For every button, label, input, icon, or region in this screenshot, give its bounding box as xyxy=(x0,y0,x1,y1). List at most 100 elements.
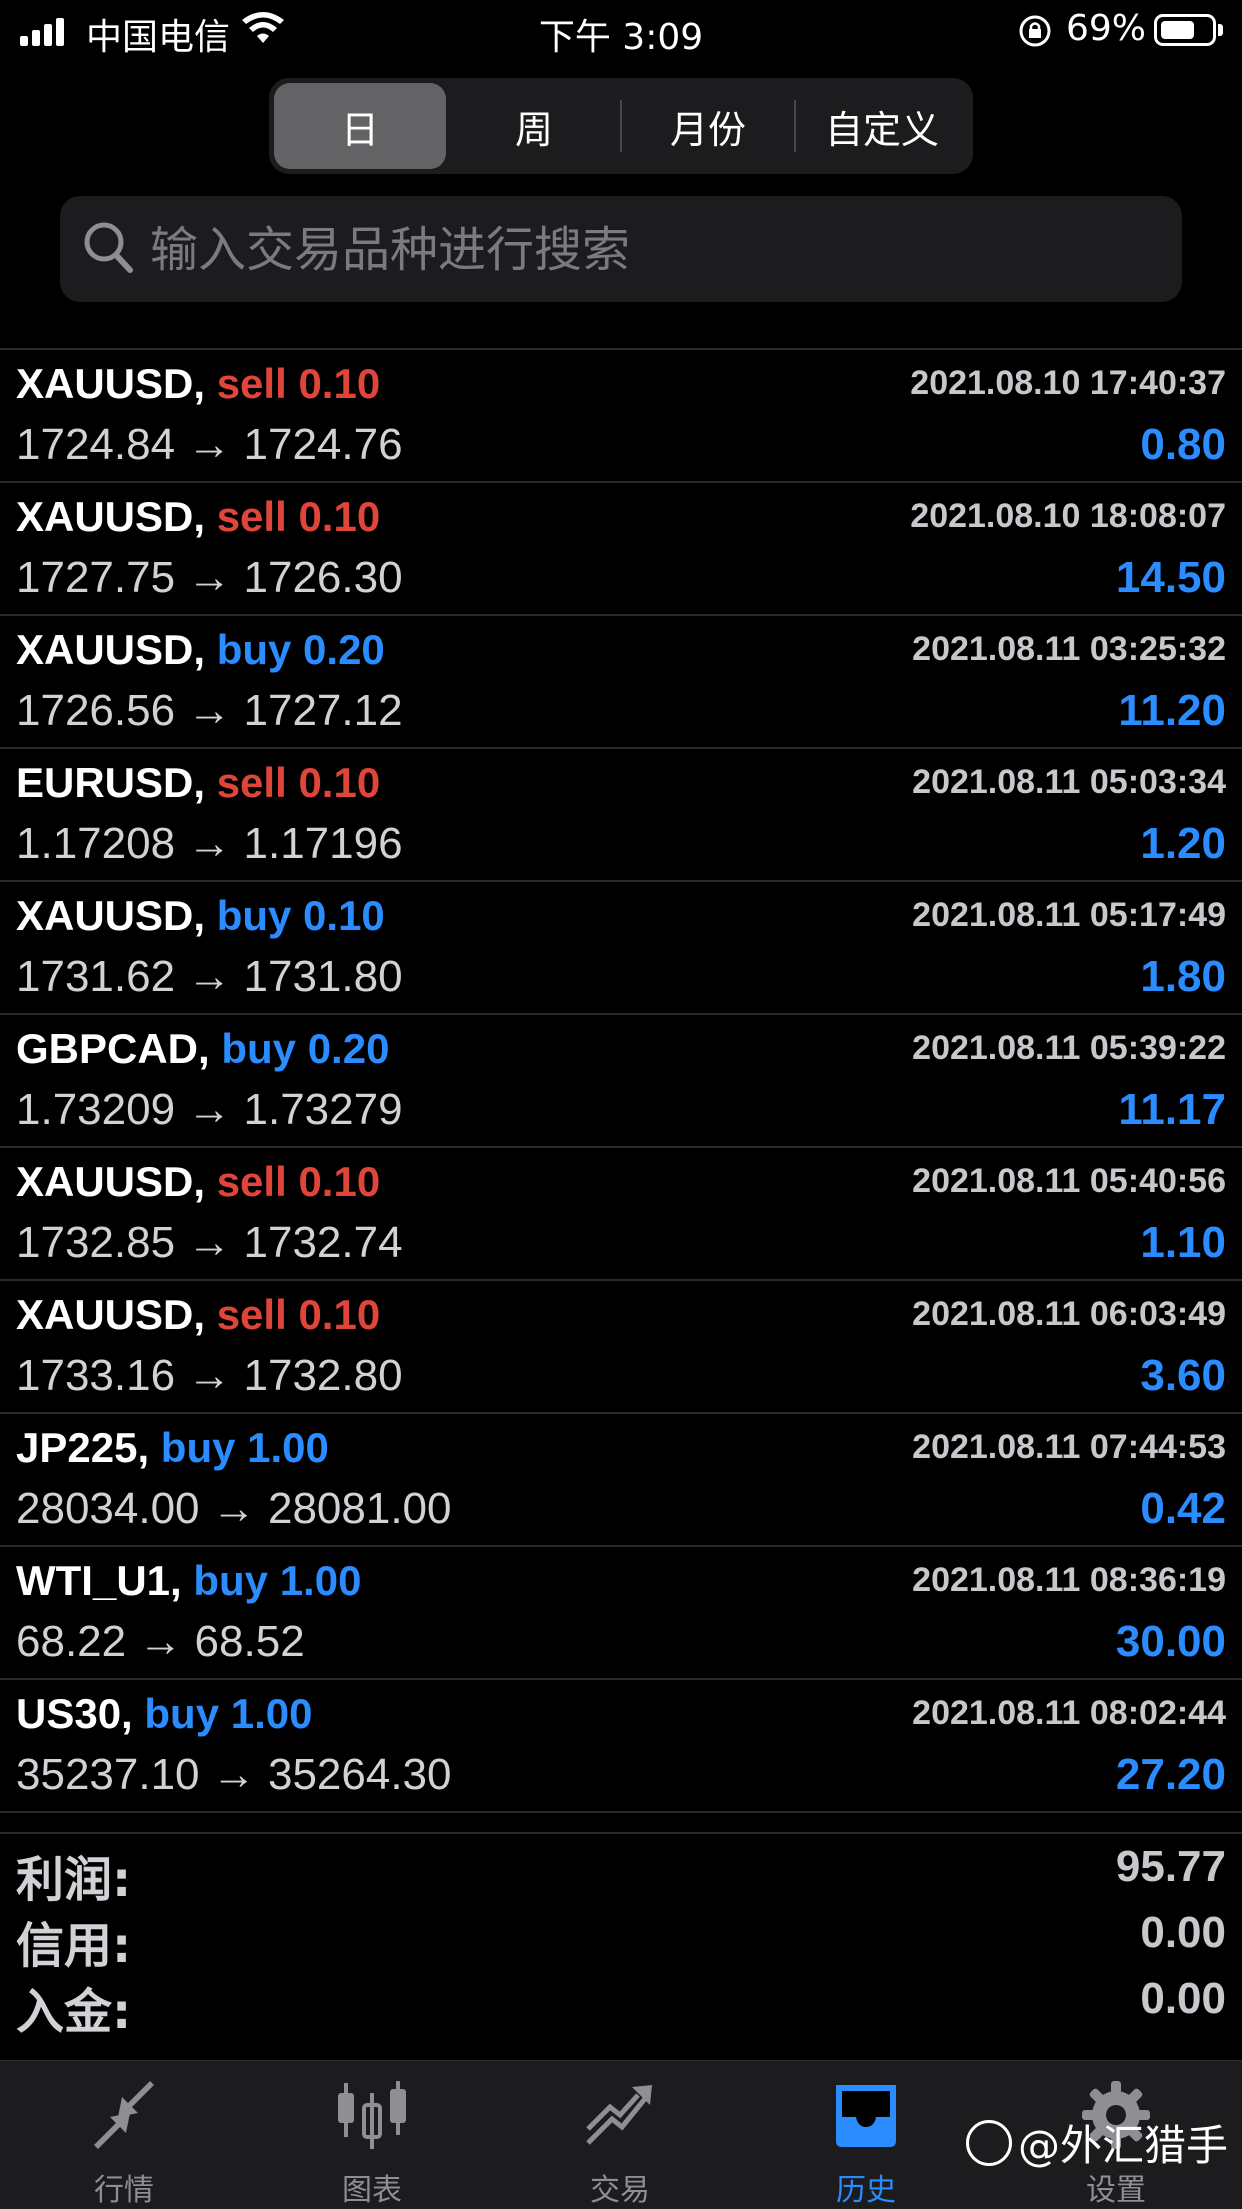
trade-time: 2021.08.10 17:40:37 xyxy=(910,364,1226,402)
trade-title: XAUUSD, sell 0.10 xyxy=(16,360,380,408)
trade-time: 2021.08.10 18:08:07 xyxy=(910,497,1226,535)
trade-history-list: XAUUSD, sell 0.10 2021.08.10 17:40:37 1724… xyxy=(0,348,1242,1813)
summary-label: 入金: xyxy=(16,1984,132,2040)
trade-profit: 11.20 xyxy=(1118,686,1226,735)
search-icon xyxy=(84,222,133,273)
search-input[interactable] xyxy=(148,214,1152,286)
trade-title: XAUUSD, buy 0.10 xyxy=(16,892,385,940)
segment-day[interactable]: 日 xyxy=(274,83,446,169)
tab-label: 交易 xyxy=(590,2173,650,2208)
status-bar: 中国电信 下午 3:09 69% xyxy=(0,0,1242,62)
trade-symbol: EURUSD, xyxy=(16,759,206,806)
trade-side: sell xyxy=(216,1291,287,1338)
trade-row[interactable]: US30, buy 1.00 2021.08.11 08:02:44 35237.1… xyxy=(0,1678,1242,1811)
watermark: @外汇猎手 xyxy=(966,2112,1228,2173)
trade-symbol: US30, xyxy=(16,1690,133,1737)
summary-value: 0.00 xyxy=(1140,1974,1226,2023)
trade-volume: 1.00 xyxy=(247,1424,329,1471)
tab-chart[interactable]: 图表 xyxy=(272,2061,472,2209)
summary-value: 95.77 xyxy=(1115,1842,1226,1891)
trade-title: WTI_U1, buy 1.00 xyxy=(16,1557,361,1605)
tab-label: 历史 xyxy=(836,2173,896,2208)
trade-side: sell xyxy=(216,759,287,806)
trade-volume: 0.10 xyxy=(298,759,381,806)
status-time: 下午 3:09 xyxy=(538,17,704,58)
tab-history[interactable]: 历史 xyxy=(766,2061,966,2209)
trade-symbol: XAUUSD, xyxy=(16,493,206,540)
trade-row[interactable]: XAUUSD, buy 0.10 2021.08.11 05:17:49 1731.… xyxy=(0,880,1242,1013)
history-summary: 利润: 95.77 信用: 0.00 入金: 0.00 xyxy=(0,1832,1242,2040)
trade-profit: 0.42 xyxy=(1140,1484,1226,1533)
trade-volume: 0.10 xyxy=(298,1291,381,1338)
watermark-text: @外汇猎手 xyxy=(1018,2121,1229,2170)
trade-symbol: XAUUSD, xyxy=(16,892,206,939)
trade-prices: 1731.62 → 1731.80 xyxy=(16,952,403,1001)
quotes-arrows-icon xyxy=(94,2081,154,2149)
trade-volume: 0.10 xyxy=(298,493,381,540)
trade-title: XAUUSD, sell 0.10 xyxy=(16,493,380,541)
trade-profit: 27.20 xyxy=(1115,1750,1226,1799)
trade-time: 2021.08.11 05:39:22 xyxy=(912,1029,1226,1067)
trade-time: 2021.08.11 07:44:53 xyxy=(912,1428,1226,1466)
trade-prices: 1727.75 → 1726.30 xyxy=(16,553,403,602)
trade-side: buy xyxy=(221,1025,297,1072)
trade-profit: 14.50 xyxy=(1115,553,1226,602)
segment-week[interactable]: 周 xyxy=(448,83,620,169)
trade-symbol: JP225, xyxy=(16,1424,150,1471)
battery-cap xyxy=(1218,24,1223,36)
trade-title: XAUUSD, sell 0.10 xyxy=(16,1291,380,1339)
symbol-search-bar[interactable] xyxy=(60,196,1182,302)
trade-volume: 0.10 xyxy=(303,892,385,939)
trade-profit: 1.10 xyxy=(1140,1218,1226,1267)
trade-symbol: XAUUSD, xyxy=(16,1158,206,1205)
battery-level xyxy=(1161,21,1195,39)
trade-volume: 0.20 xyxy=(307,1025,390,1072)
candlestick-icon xyxy=(338,2081,406,2149)
orientation-lock-icon xyxy=(1019,15,1051,47)
trade-side: sell xyxy=(216,493,287,540)
segment-month[interactable]: 月份 xyxy=(622,83,794,169)
trade-trend-icon xyxy=(586,2085,652,2145)
trade-side: buy xyxy=(216,892,292,939)
trade-row[interactable]: XAUUSD, sell 0.10 2021.08.11 05:40:56 1732… xyxy=(0,1146,1242,1279)
trade-prices: 28034.00 → 28081.00 xyxy=(16,1484,452,1533)
trade-volume: 0.20 xyxy=(303,626,385,673)
trade-row[interactable]: JP225, buy 1.00 2021.08.11 07:44:53 28034.… xyxy=(0,1412,1242,1545)
trade-prices: 1.17208 → 1.17196 xyxy=(16,819,403,868)
tab-label: 行情 xyxy=(94,2173,154,2208)
trade-profit: 0.80 xyxy=(1140,420,1226,469)
trade-title: JP225, buy 1.00 xyxy=(16,1424,329,1472)
trade-time: 2021.08.11 08:36:19 xyxy=(912,1561,1226,1599)
tab-quotes[interactable]: 行情 xyxy=(24,2061,224,2209)
trade-symbol: GBPCAD, xyxy=(16,1025,210,1072)
trade-row[interactable]: XAUUSD, sell 0.10 2021.08.11 06:03:49 1733… xyxy=(0,1279,1242,1412)
trade-prices: 1733.16 → 1732.80 xyxy=(16,1351,403,1400)
summary-value: 0.00 xyxy=(1140,1908,1226,1957)
trade-time: 2021.08.11 08:02:44 xyxy=(912,1694,1226,1732)
trade-profit: 1.20 xyxy=(1140,819,1226,868)
tab-trade[interactable]: 交易 xyxy=(520,2061,720,2209)
trade-title: EURUSD, sell 0.10 xyxy=(16,759,380,807)
trade-row[interactable]: XAUUSD, buy 0.20 2021.08.11 03:25:32 1726.… xyxy=(0,614,1242,747)
trade-time: 2021.08.11 06:03:49 xyxy=(912,1295,1226,1333)
trade-row[interactable]: XAUUSD, sell 0.10 2021.08.10 17:40:37 1724… xyxy=(0,348,1242,481)
history-inbox-icon xyxy=(836,2085,896,2147)
trade-prices: 1724.84 → 1724.76 xyxy=(16,420,403,469)
trade-prices: 1732.85 → 1732.74 xyxy=(16,1218,403,1267)
trade-volume: 1.00 xyxy=(230,1690,313,1737)
trade-profit: 1.80 xyxy=(1140,952,1226,1001)
segment-custom[interactable]: 自定义 xyxy=(796,83,968,169)
trade-row[interactable]: EURUSD, sell 0.10 2021.08.11 05:03:34 1.17… xyxy=(0,747,1242,880)
trade-profit: 11.17 xyxy=(1118,1085,1226,1134)
trade-row[interactable]: GBPCAD, buy 0.20 2021.08.11 05:39:22 1.732… xyxy=(0,1013,1242,1146)
trade-profit: 3.60 xyxy=(1140,1351,1226,1400)
trade-title: XAUUSD, buy 0.20 xyxy=(16,626,385,674)
trade-volume: 1.00 xyxy=(279,1557,362,1604)
trade-time: 2021.08.11 03:25:32 xyxy=(912,630,1226,668)
trade-side: buy xyxy=(144,1690,220,1737)
trade-row[interactable]: WTI_U1, buy 1.00 2021.08.11 08:36:19 68.22… xyxy=(0,1545,1242,1678)
trade-title: GBPCAD, buy 0.20 xyxy=(16,1025,389,1073)
weibo-logo-icon xyxy=(966,2119,1012,2166)
trade-side: sell xyxy=(216,1158,287,1205)
trade-row[interactable]: XAUUSD, sell 0.10 2021.08.10 18:08:07 1727… xyxy=(0,481,1242,614)
